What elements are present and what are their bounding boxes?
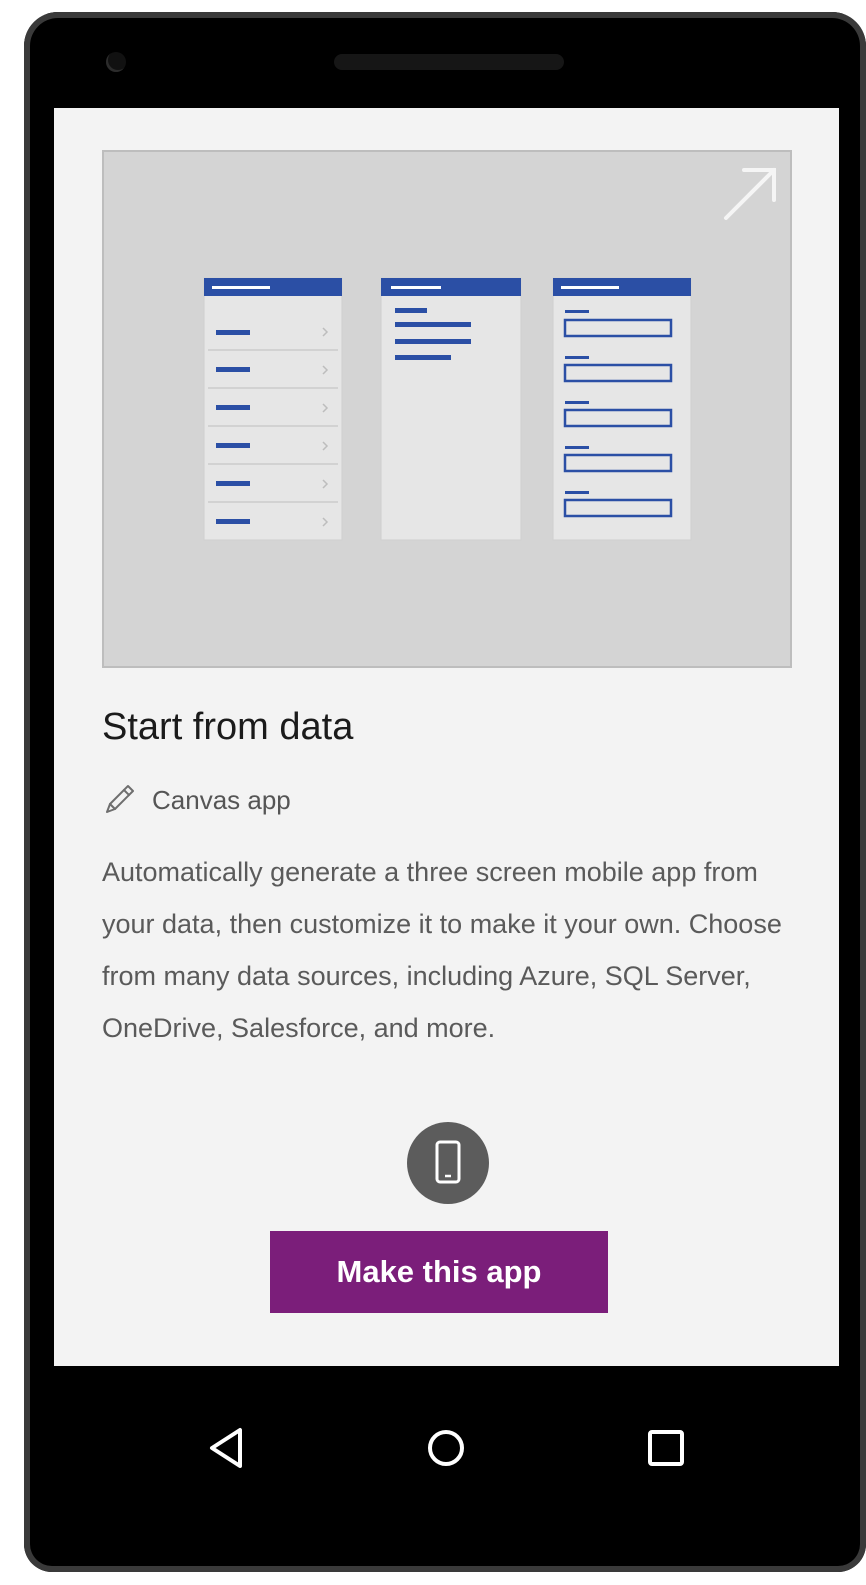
template-description: Automatically generate a three screen mo…: [102, 857, 782, 1043]
preview-detail-screen: [380, 277, 522, 541]
template-title: Start from data: [102, 706, 354, 748]
recents-square-icon[interactable]: [640, 1422, 692, 1474]
three-screen-illustration: [203, 168, 776, 541]
preview-form-screen: [552, 277, 692, 541]
app-screen: Start from data Canvas app Automatically…: [54, 108, 839, 1366]
app-type-row: Canvas app: [102, 782, 291, 818]
preview-list-screen: [203, 277, 343, 541]
phone-frame: Start from data Canvas app Automatically…: [24, 12, 866, 1572]
make-this-app-button[interactable]: Make this app: [270, 1231, 608, 1313]
back-triangle-icon[interactable]: [202, 1422, 254, 1474]
android-navigation-bar: [24, 1366, 866, 1516]
pencil-icon: [106, 785, 134, 813]
home-circle-icon[interactable]: [420, 1422, 472, 1474]
mobile-phone-icon: [407, 1122, 489, 1204]
app-type-label: Canvas app: [152, 784, 291, 815]
camera-icon: [106, 52, 126, 72]
speaker-grille: [334, 54, 564, 70]
template-preview-image[interactable]: [102, 150, 792, 668]
expand-arrow-icon[interactable]: [724, 168, 776, 220]
